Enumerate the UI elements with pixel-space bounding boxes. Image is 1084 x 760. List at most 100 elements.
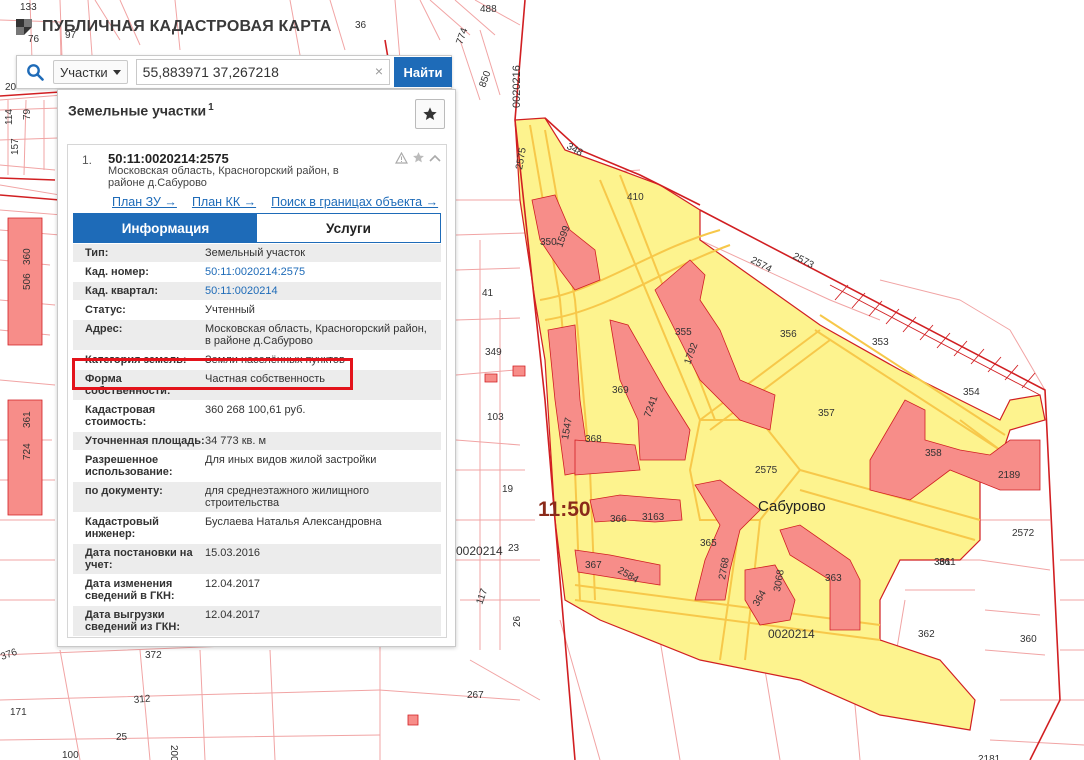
map-label: 372: [145, 650, 162, 661]
map-label: 171: [10, 707, 27, 718]
map-label: 363: [825, 573, 842, 584]
map-label: 361: [22, 411, 33, 428]
app-title: ПУБЛИЧНАЯ КАДАСТРОВАЯ КАРТА: [42, 18, 332, 35]
info-value: 15.03.2016: [205, 547, 261, 559]
info-label: по документу:: [85, 485, 163, 497]
info-row: Кад. номер: 50:11:0020214:2575: [73, 263, 441, 282]
search-input[interactable]: 55,883971 37,267218 ×: [135, 59, 390, 85]
map-label: 19: [502, 484, 514, 495]
map-label: 20: [5, 82, 17, 93]
map-label: 3163: [642, 512, 665, 523]
chevron-up-icon[interactable]: [429, 153, 441, 163]
info-value: 12.04.2017: [205, 609, 261, 621]
results-count: 1: [208, 102, 214, 113]
info-value: Буслаева Наталья Александровна: [205, 516, 382, 528]
info-label: Уточненная площадь:: [85, 435, 205, 447]
search-bar: Участки 55,883971 37,267218 × Найти: [16, 55, 452, 89]
info-label: Кадастровая стоимость:: [85, 404, 156, 428]
search-icon[interactable]: [17, 57, 53, 87]
map-label: 368: [585, 434, 602, 445]
info-row: Кад. квартал: 50:11:0020214: [73, 282, 441, 301]
map-label: 360: [22, 248, 33, 265]
map-label: 0020214: [456, 544, 503, 558]
map-label: 506: [22, 273, 33, 290]
map-label: 157: [10, 138, 21, 155]
info-row: по документу: для среднеэтажного жилищног…: [73, 482, 441, 513]
search-type-label: Участки: [60, 64, 108, 80]
map-label: 367: [585, 560, 602, 571]
map-label: 312: [133, 694, 151, 706]
result-actions: [395, 151, 441, 164]
info-value[interactable]: 50:11:0020214: [205, 285, 441, 297]
info-label: Адрес:: [85, 323, 123, 335]
map-label: 200: [168, 745, 179, 760]
map-label: 25: [116, 732, 128, 743]
info-label: Дата изменения сведений в ГКН:: [85, 578, 175, 602]
pkk-logo-icon[interactable]: [14, 17, 34, 37]
map-label: 23: [508, 543, 520, 554]
tab-services[interactable]: Услуги: [257, 214, 440, 242]
info-value: 12.04.2017: [205, 578, 261, 590]
info-label: Кад. квартал:: [85, 285, 159, 297]
map-label: 358: [925, 448, 942, 459]
star-icon[interactable]: [412, 151, 425, 164]
tab-information[interactable]: Информация: [74, 214, 257, 242]
map-label: 410: [627, 192, 644, 203]
info-row: Кадастровый инженер: Буслаева Наталья Але…: [73, 513, 441, 544]
info-label: Кадастровый инженер:: [85, 516, 159, 540]
favorite-button[interactable]: [415, 99, 445, 129]
map-label: 2181: [978, 754, 1001, 760]
map-label: 349: [485, 347, 502, 358]
find-button[interactable]: Найти: [394, 57, 452, 87]
info-value: 34 773 кв. м: [205, 435, 267, 447]
info-table: Тип: Земельный участок Кад. номер: 50:11:00…: [73, 244, 441, 637]
map-label: 362: [918, 629, 935, 640]
search-type-select[interactable]: Участки: [53, 60, 128, 84]
map-label: 356: [780, 329, 797, 340]
plan-zu-link[interactable]: План ЗУ →: [112, 195, 177, 209]
info-row: Дата выгрузки сведений из ГКН: 12.04.2017: [73, 606, 441, 637]
app-header: ПУБЛИЧНАЯ КАДАСТРОВАЯ КАРТА: [14, 14, 332, 40]
panel-title: Земельные участки 1: [68, 102, 214, 119]
map-label: 0020214: [768, 627, 815, 641]
info-value[interactable]: 50:11:0020214:2575: [205, 266, 441, 278]
info-row: Дата изменения сведений в ГКН: 12.04.2017: [73, 575, 441, 606]
place-name-label: Сабурово: [758, 498, 826, 515]
result-cadastral-number[interactable]: 50:11:0020214:2575: [108, 151, 229, 166]
quarter-label: 11:50: [538, 498, 591, 521]
plan-kk-link[interactable]: План КК →: [192, 195, 256, 209]
info-row: Дата постановки на учет: 15.03.2016: [73, 544, 441, 575]
search-query: 55,883971 37,267218: [142, 64, 279, 80]
map-label: 133: [20, 2, 37, 13]
info-label: Дата выгрузки сведений из ГКН:: [85, 609, 181, 633]
map-label: 79: [22, 108, 33, 120]
map-label: 353: [872, 337, 889, 348]
info-value: Московская область, Красногорский район,…: [205, 323, 427, 347]
map-label: 2189: [998, 470, 1021, 481]
result-address: Московская область, Красногорский район,…: [108, 165, 339, 189]
map-label: 488: [480, 4, 497, 15]
map-label: 2575: [755, 465, 778, 476]
info-row: Статус: Учтенный: [73, 301, 441, 320]
map-label: 361: [939, 557, 956, 568]
map-label: 0020216: [511, 65, 523, 108]
info-value: для среднеэтажного жилищного строительст…: [205, 485, 370, 509]
map-label: 357: [818, 408, 835, 419]
info-value: Для иных видов жилой застройки: [205, 454, 377, 466]
warning-icon[interactable]: [395, 151, 408, 164]
search-within-object-link[interactable]: Поиск в границах объекта →: [271, 195, 438, 209]
info-value: 360 268 100,61 руб.: [205, 404, 306, 416]
panel-title-text: Земельные участки: [68, 102, 207, 119]
map-label: 355: [675, 327, 692, 338]
map-label: 103: [487, 412, 504, 423]
map-label: 114: [4, 109, 15, 125]
map-label: 354: [963, 387, 980, 398]
map-label: 360: [1020, 634, 1037, 645]
ownership-highlight-box: [72, 358, 353, 390]
clear-icon[interactable]: ×: [375, 63, 383, 79]
info-row: Кадастровая стоимость: 360 268 100,61 руб…: [73, 401, 441, 432]
result-tabs: Информация Услуги: [73, 213, 441, 243]
map-label: 267: [467, 690, 484, 701]
info-label: Тип:: [85, 247, 109, 259]
result-index: 1.: [82, 153, 93, 167]
